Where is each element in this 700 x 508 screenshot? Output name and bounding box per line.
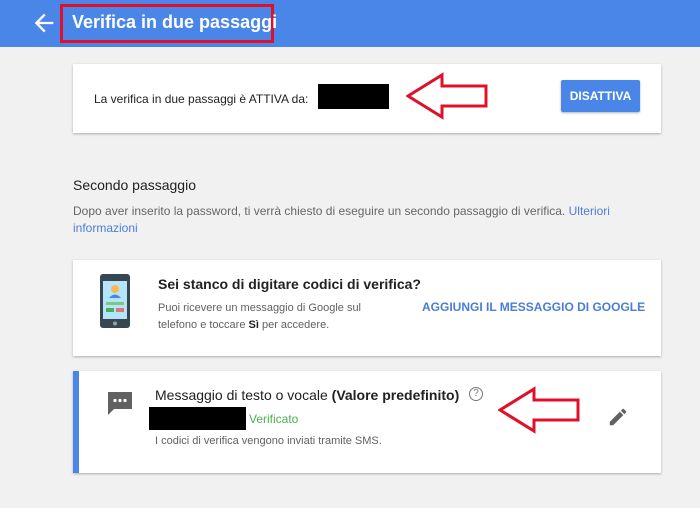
redacted-date — [318, 84, 389, 109]
arrow-left-icon[interactable] — [30, 9, 58, 37]
top-app-bar: Verifica in due passaggi — [0, 0, 700, 47]
section-description: Dopo aver inserito la password, ti verrà… — [73, 203, 643, 237]
sms-icon — [108, 392, 132, 415]
annotation-arrow-left-icon — [498, 386, 580, 434]
section-title: Secondo passaggio — [73, 177, 196, 193]
sms-method-name: Messaggio di testo o vocale — [155, 387, 328, 403]
sms-method-title: Messaggio di testo o vocale (Valore pred… — [155, 387, 459, 403]
section-description-text: Dopo aver inserito la password, ti verrà… — [73, 204, 569, 218]
google-prompt-card: Sei stanco di digitare codici di verific… — [73, 260, 661, 356]
status-text: La verifica in due passaggi è ATTIVA da: — [94, 92, 309, 106]
prompt-title: Sei stanco di digitare codici di verific… — [158, 276, 421, 292]
page-title: Verifica in due passaggi — [72, 12, 278, 32]
phone-icon — [100, 274, 130, 328]
add-google-prompt-link[interactable]: AGGIUNGI IL MESSAGGIO DI GOOGLE — [422, 300, 645, 314]
default-label: (Valore predefinito) — [331, 387, 460, 403]
help-icon[interactable]: ? — [469, 387, 483, 401]
prompt-description-end: per accedere. — [258, 319, 330, 331]
verified-status: Verificato — [249, 412, 299, 426]
annotation-arrow-left-icon — [406, 72, 488, 120]
pencil-icon[interactable] — [607, 406, 629, 428]
status-card: La verifica in due passaggi è ATTIVA da:… — [73, 64, 661, 133]
disable-button[interactable]: DISATTIVA — [561, 80, 640, 112]
sms-description: I codici di verifica vengono inviati tra… — [155, 435, 382, 447]
prompt-description-bold: Sì — [248, 319, 259, 331]
prompt-description: Puoi ricevere un messaggio di Google sul… — [158, 300, 398, 334]
redacted-phone-number — [149, 407, 246, 430]
